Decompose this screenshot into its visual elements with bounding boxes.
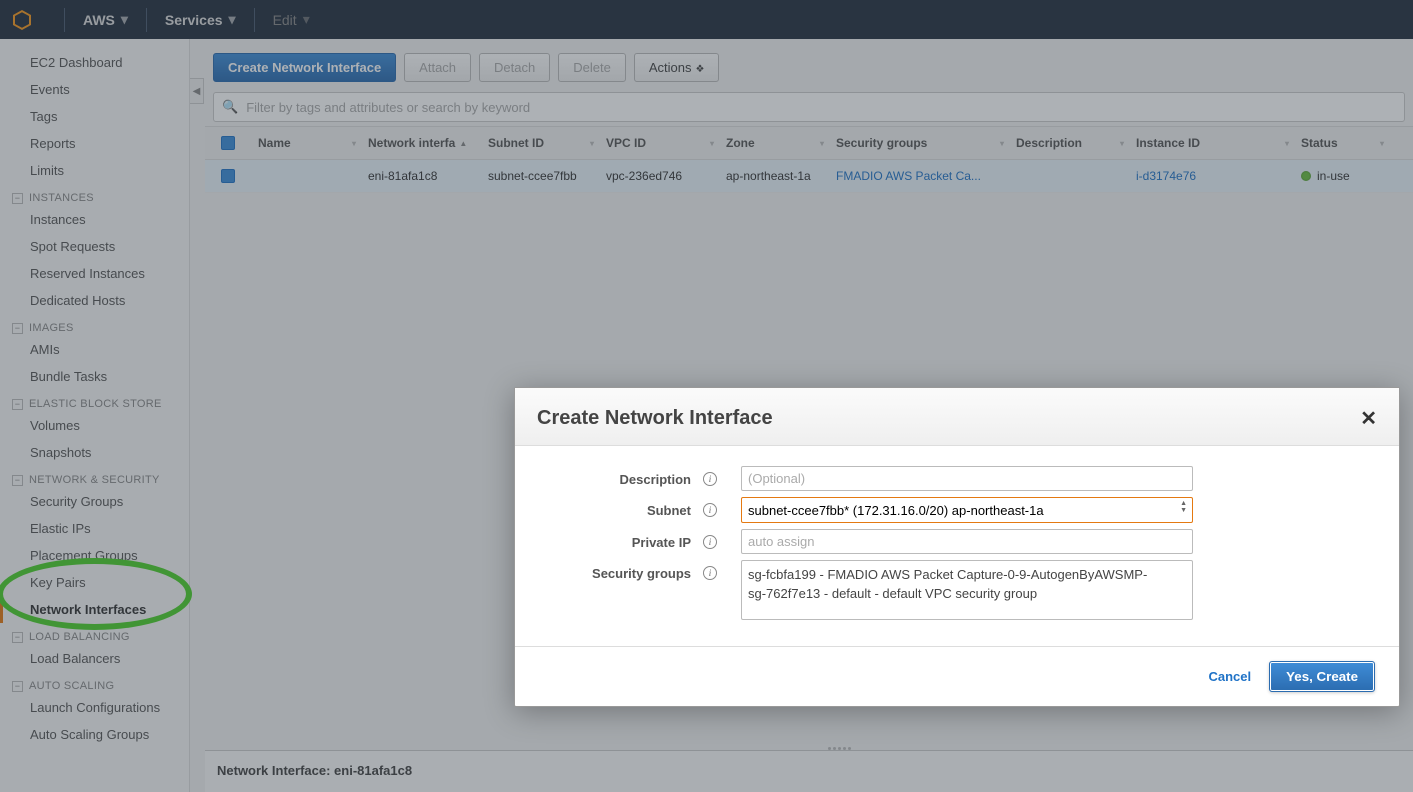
cancel-button[interactable]: Cancel — [1208, 669, 1251, 684]
modal-header: Create Network Interface ✕ — [515, 388, 1399, 446]
modal-footer: Cancel Yes, Create — [515, 646, 1399, 706]
subnet-label: Subnet — [543, 497, 703, 518]
description-input[interactable] — [741, 466, 1193, 491]
description-label: Description — [543, 466, 703, 487]
field-subnet: Subnet i subnet-ccee7fbb* (172.31.16.0/2… — [543, 497, 1371, 523]
select-spinner-icon: ▲▼ — [1180, 500, 1187, 514]
info-icon[interactable]: i — [703, 472, 717, 486]
modal-body: Description i Subnet i subnet-ccee7fbb* … — [515, 446, 1399, 646]
info-icon[interactable]: i — [703, 535, 717, 549]
sg-label: Security groups — [543, 560, 703, 581]
field-security-groups: Security groups i sg-fcbfa199 - FMADIO A… — [543, 560, 1371, 620]
field-description: Description i — [543, 466, 1371, 491]
info-icon[interactable]: i — [703, 566, 717, 580]
sg-option[interactable]: sg-762f7e13 - default - default VPC secu… — [748, 584, 1186, 603]
field-private-ip: Private IP i — [543, 529, 1371, 554]
private-ip-input[interactable] — [741, 529, 1193, 554]
privateip-label: Private IP — [543, 529, 703, 550]
modal-title: Create Network Interface — [537, 407, 773, 430]
sg-option[interactable]: sg-fcbfa199 - FMADIO AWS Packet Capture-… — [748, 565, 1186, 584]
security-groups-listbox[interactable]: sg-fcbfa199 - FMADIO AWS Packet Capture-… — [741, 560, 1193, 620]
create-eni-modal: Create Network Interface ✕ Description i… — [514, 387, 1400, 707]
subnet-select[interactable]: subnet-ccee7fbb* (172.31.16.0/20) ap-nor… — [741, 497, 1193, 523]
info-icon[interactable]: i — [703, 503, 717, 517]
yes-create-button[interactable]: Yes, Create — [1269, 661, 1375, 692]
close-icon[interactable]: ✕ — [1360, 406, 1377, 431]
